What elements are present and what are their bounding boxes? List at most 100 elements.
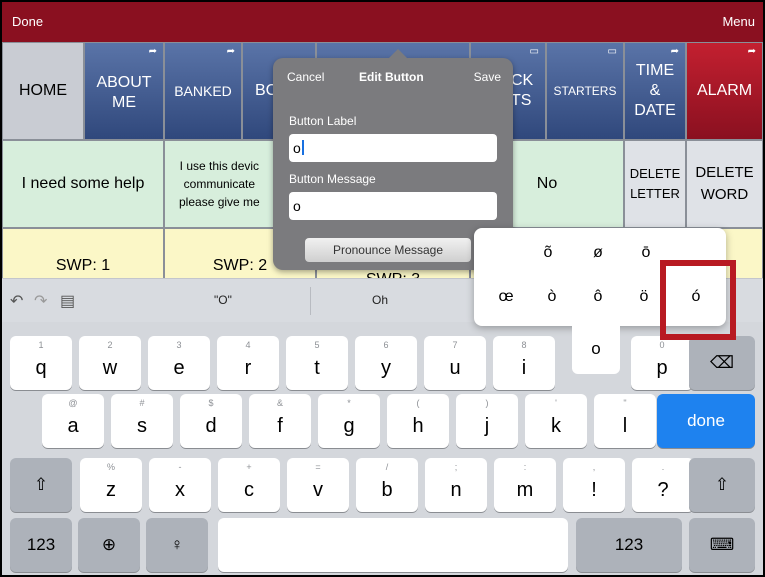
save-button[interactable]: Save [474,70,501,84]
key-label: h [412,415,424,437]
key-secondary-label: % [106,462,115,472]
accent-o-grave[interactable]: ò [540,288,564,306]
key-secondary-label: = [315,462,321,472]
key-label: c [244,479,254,501]
app-frame: Done Menu HOME ➦ ABOUT ME ➦ BANKED BC ▭ … [0,0,765,577]
key-n[interactable]: ; n [425,458,487,512]
accent-oe[interactable]: œ [494,288,518,306]
key-h[interactable]: (h [387,394,449,448]
link-arrow-icon: ➦ [747,46,756,57]
key-i[interactable]: 8i [493,336,555,390]
clipboard-icon[interactable]: ▤ [60,291,75,311]
key-k[interactable]: ' k [525,394,587,448]
key-c[interactable]: + c [218,458,280,512]
about-me-button[interactable]: ➦ ABOUT ME [84,42,164,140]
time-date-button[interactable]: ➦ TIME & DATE [624,42,686,140]
microphone-icon: ♀ [170,535,184,554]
backspace-icon: ⌫ [709,353,735,372]
key-f[interactable]: & f [249,394,311,448]
accent-o-slash[interactable]: ø [586,244,610,262]
suggestion-2[interactable]: Oh [372,293,388,307]
need-help-button[interactable]: I need some help [2,140,164,228]
key-l[interactable]: " l [594,394,656,448]
shift-left-key[interactable]: ⇧ [10,458,72,512]
banked-button[interactable]: ➦ BANKED [164,42,242,140]
key-secondary-label: " [623,398,627,408]
accent-o-circumflex[interactable]: ô [586,288,610,306]
delete-word-line-1: DELETE [695,164,754,181]
key-m[interactable]: :m [494,458,556,512]
key-w[interactable]: 2w [79,336,141,390]
key-secondary-label: $ [208,398,214,408]
key-symbol-8[interactable]: .? [632,458,694,512]
button-message-field[interactable]: o [289,192,497,220]
key-secondary-label: - [178,462,182,472]
key-secondary-label: 6 [383,340,389,350]
home-button[interactable]: HOME [2,42,84,140]
globe-key[interactable]: ⊕ [78,518,140,572]
key-label: k [551,415,561,437]
key-b[interactable]: / b [356,458,418,512]
menu-button[interactable]: Menu [722,14,755,29]
space-key[interactable] [218,518,568,572]
key-x[interactable]: -x [149,458,211,512]
key-label: s [137,415,147,437]
swp-2-label: SWP: 2 [212,257,268,274]
key-g[interactable]: * g [318,394,380,448]
alarm-button[interactable]: ➦ ALARM [686,42,763,140]
key-v[interactable]: = v [287,458,349,512]
pressed-o-key[interactable]: o [572,324,620,374]
hide-keyboard-key[interactable]: ⌨ [689,518,755,572]
link-arrow-icon: ➦ [226,46,235,57]
about-me-label: ABOUT ME [96,74,152,111]
banked-label: BANKED [174,83,232,99]
button-label-caption: Button Label [289,114,357,128]
number-mode-key-right[interactable]: 123 [576,518,682,572]
done-key[interactable]: done [657,394,755,448]
key-secondary-label: # [139,398,145,408]
key-y[interactable]: 6y [355,336,417,390]
backspace-key[interactable]: ⌫ [689,336,755,390]
key-t[interactable]: 5t [286,336,348,390]
key-e[interactable]: 3e [148,336,210,390]
starters-button[interactable]: ▭ STARTERS [546,42,624,140]
key-symbol-7[interactable]: ,! [563,458,625,512]
cancel-button[interactable]: Cancel [287,70,324,84]
globe-icon: ⊕ [101,535,117,554]
key-p[interactable]: 0p [631,336,693,390]
key-u[interactable]: 7u [424,336,486,390]
ck-text: CK [511,72,534,89]
suggestion-1[interactable]: "O" [214,293,232,307]
key-secondary-label: ; [454,462,458,472]
key-q[interactable]: 1q [10,336,72,390]
accent-o-tilde[interactable]: õ [536,244,560,262]
key-label: m [516,479,534,501]
key-j[interactable]: ) j [456,394,518,448]
number-mode-key[interactable]: 123 [10,518,72,572]
key-label: e [173,357,185,379]
delete-word-button[interactable]: DELETE WORD [686,140,763,228]
key-secondary-label: 3 [176,340,182,350]
button-message-caption: Button Message [289,172,376,186]
key-z[interactable]: % z [80,458,142,512]
key-s[interactable]: # s [111,394,173,448]
swp-1-button[interactable]: SWP: 1 [2,228,164,280]
undo-icon[interactable]: ↶ [10,291,23,311]
key-secondary-label: & [276,398,283,408]
accent-o-macron[interactable]: ō [634,244,658,262]
key-r[interactable]: 4r [217,336,279,390]
delete-letter-button[interactable]: DELETE LETTER [624,140,686,228]
key-a[interactable]: @ a [42,394,104,448]
need-help-label: I need some help [21,175,145,192]
key-d[interactable]: $ d [180,394,242,448]
popup-notch [388,49,408,59]
dictation-key[interactable]: ♀ [146,518,208,572]
key-secondary-label: ) [485,398,489,408]
done-button[interactable]: Done [12,14,43,29]
button-label-field[interactable]: o [289,134,497,162]
text-caret [301,140,304,155]
accent-o-umlaut[interactable]: ö [632,288,656,306]
shift-right-key[interactable]: ⇧ [689,458,755,512]
pronounce-message-button[interactable]: Pronounce Message [305,238,471,262]
redo-icon[interactable]: ↷ [34,291,47,311]
